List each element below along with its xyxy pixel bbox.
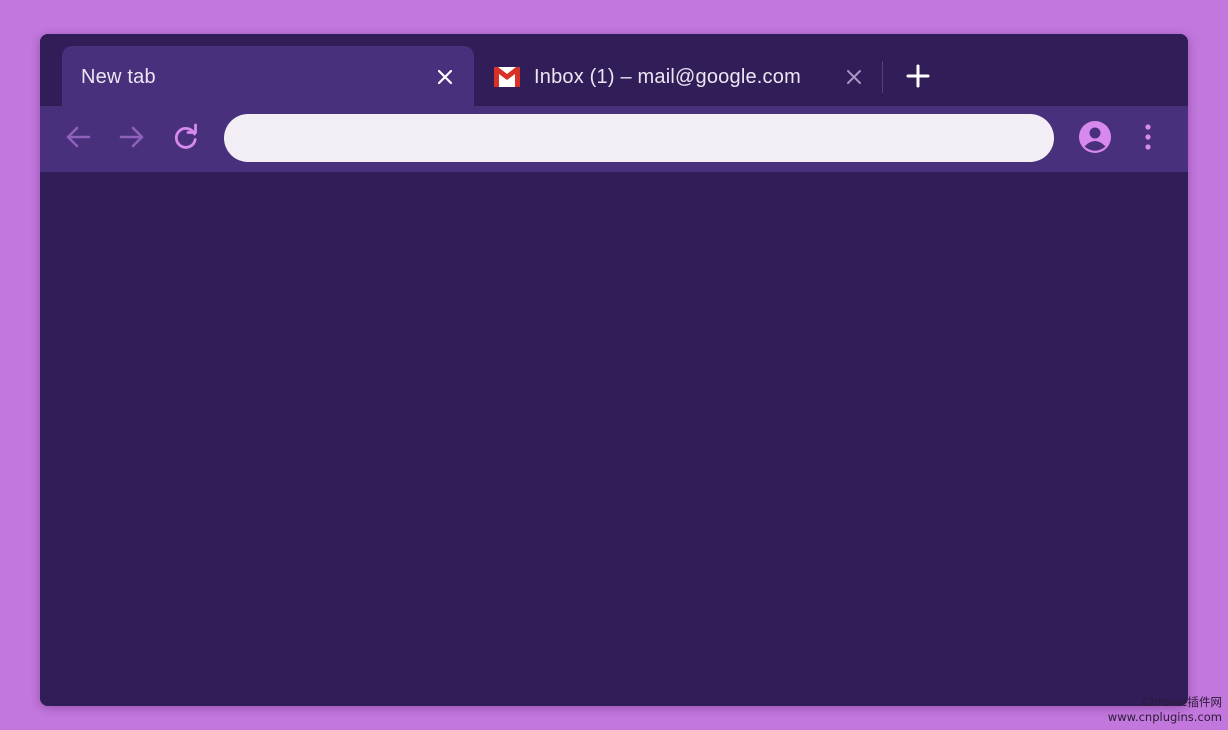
tab-title: New tab bbox=[81, 66, 156, 88]
profile-button[interactable] bbox=[1076, 120, 1114, 158]
watermark-line: Chrome插件网 bbox=[1142, 695, 1222, 709]
arrow-right-icon bbox=[118, 123, 146, 156]
reload-button[interactable] bbox=[170, 123, 202, 155]
tab-new-tab[interactable]: New tab bbox=[62, 46, 474, 108]
new-tab-button[interactable] bbox=[902, 64, 934, 92]
address-bar-input[interactable] bbox=[224, 114, 1054, 162]
tab-inbox[interactable]: Inbox (1) – mail@google.com bbox=[480, 46, 876, 108]
close-icon[interactable] bbox=[434, 66, 456, 88]
browser-window: New tab Inbox (1) – mail@google.com bbox=[40, 34, 1188, 706]
close-icon[interactable] bbox=[843, 66, 865, 88]
gmail-icon bbox=[494, 67, 520, 87]
forward-button[interactable] bbox=[116, 123, 148, 155]
arrow-left-icon bbox=[64, 123, 92, 156]
tab-title: Inbox (1) – mail@google.com bbox=[534, 66, 801, 88]
menu-button[interactable] bbox=[1134, 122, 1162, 156]
reload-icon bbox=[172, 123, 200, 156]
back-button[interactable] bbox=[62, 123, 94, 155]
more-vert-icon bbox=[1144, 123, 1152, 156]
page-content-area bbox=[40, 172, 1188, 706]
watermark: Chrome插件网 www.cnplugins.com bbox=[1108, 695, 1222, 725]
plus-icon bbox=[906, 64, 930, 93]
account-circle-icon bbox=[1078, 120, 1112, 159]
watermark-line: www.cnplugins.com bbox=[1107, 710, 1222, 724]
toolbar bbox=[40, 106, 1188, 172]
tab-separator bbox=[882, 61, 883, 93]
tab-strip: New tab Inbox (1) – mail@google.com bbox=[40, 34, 1188, 108]
